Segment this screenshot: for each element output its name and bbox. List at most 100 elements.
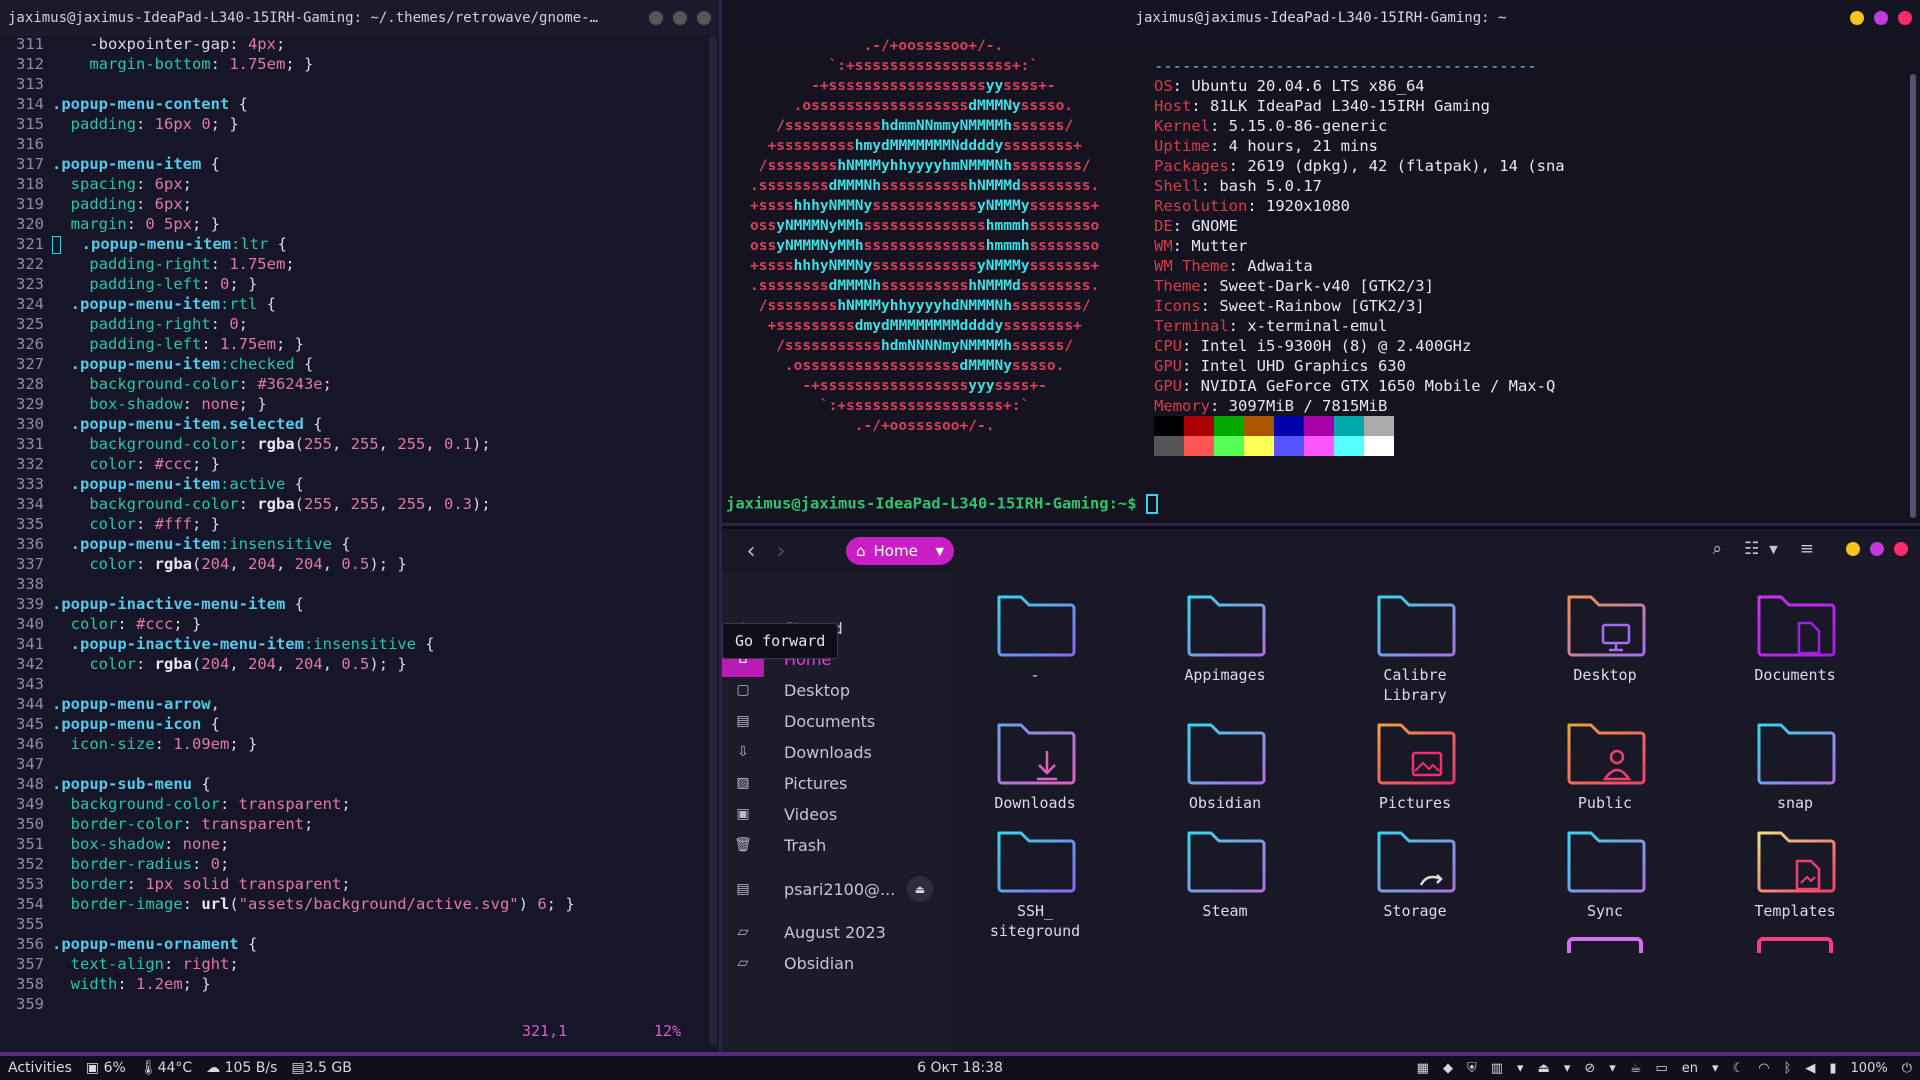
search-icon[interactable]: ⌕ <box>1713 539 1723 559</box>
display-icon[interactable]: ▭ <box>1655 1061 1667 1076</box>
chevron-down-icon[interactable]: ▼ <box>1769 543 1777 556</box>
line-number: 336 <box>16 535 44 553</box>
activities-button[interactable]: Activities <box>8 1060 72 1076</box>
clock[interactable]: 6 Окт 18:38 <box>917 1060 1003 1076</box>
folder-pictures[interactable]: Pictures <box>1340 715 1490 813</box>
text-cursor <box>1145 494 1158 514</box>
minimize-button[interactable] <box>1846 542 1860 556</box>
minimize-button[interactable] <box>649 11 663 25</box>
file-manager-header[interactable]: ‹ › ⌂ Home ▼ ⌕ ☷ ▼ ≡ <box>722 529 1920 573</box>
close-button[interactable] <box>697 11 711 25</box>
code-area[interactable]: 311 -boxpointer-gap: 4px; 312 margin-bott… <box>0 34 709 1014</box>
editor-scrollbar[interactable] <box>709 36 717 1046</box>
chevron-down-icon[interactable]: ▾ <box>1517 1061 1524 1076</box>
back-button[interactable]: ‹ <box>736 539 766 564</box>
grid-icon[interactable]: ▦ <box>1417 1061 1429 1076</box>
close-button[interactable] <box>1894 542 1908 556</box>
line-number: 321 <box>16 235 44 253</box>
folder-partial[interactable] <box>1720 933 1870 953</box>
editor-window[interactable]: jaximus@jaximus-IdeaPad-L340-15IRH-Gamin… <box>0 0 722 1052</box>
folder-obsidian[interactable]: Obsidian <box>1150 715 1300 813</box>
folder-storage[interactable]: Storage <box>1340 823 1490 921</box>
places-sidebar[interactable]: Go forward ★Starred⌂Home▢Desktop▤Documen… <box>722 573 952 1052</box>
folder-documents[interactable]: Documents <box>1720 587 1870 685</box>
folder-sync[interactable]: Sync <box>1530 823 1680 921</box>
dropbox-icon[interactable]: ◆ <box>1443 1061 1453 1076</box>
folder-grid[interactable]: - Appimages Calibre Library Desktop Document… <box>954 573 1920 1052</box>
close-button[interactable] <box>1898 11 1912 25</box>
line-number: 319 <box>16 195 44 213</box>
code-token: #ccc <box>136 615 174 633</box>
night-light-icon[interactable]: ☾ <box>1733 1061 1745 1076</box>
chevron-down-icon[interactable]: ▼ <box>936 545 944 558</box>
maximize-button[interactable] <box>673 11 687 25</box>
code-token: ; } <box>229 275 258 293</box>
shield-icon[interactable]: ⛨ <box>1467 1061 1477 1076</box>
code-token: padding-left <box>52 275 202 293</box>
code-token: 204 <box>248 555 277 573</box>
chevron-down-icon[interactable]: ▾ <box>1564 1061 1571 1076</box>
bluetooth-icon[interactable]: ᛒ <box>1784 1061 1792 1076</box>
screen-off-icon[interactable]: ⊘ <box>1584 1061 1595 1076</box>
eject-icon[interactable]: ⏏ <box>1538 1061 1550 1076</box>
coffee-icon[interactable]: ☕ <box>1630 1061 1642 1076</box>
folder-downloads[interactable]: Downloads <box>960 715 1110 813</box>
top-panel[interactable]: Activities ▣ 6% 🌡44°C ☁ 105 B/s ▤3.5 GB … <box>0 1052 1920 1080</box>
folder-snap[interactable]: snap <box>1720 715 1870 813</box>
code-token: : <box>182 395 202 413</box>
eject-icon[interactable]: ⏏ <box>907 876 933 902</box>
path-bar-home[interactable]: ⌂ Home ▼ <box>846 537 954 565</box>
chevron-down-icon[interactable]: ▾ <box>1712 1061 1719 1076</box>
wifi-icon[interactable]: ◠ <box>1758 1061 1769 1076</box>
line-number: 318 <box>16 175 44 193</box>
clipboard-icon[interactable]: ▥ <box>1491 1061 1503 1076</box>
folder-templates[interactable]: Templates <box>1720 823 1870 921</box>
sidebar-item-psari2100[interactable]: ▤ psari2100@... ⏏ <box>722 870 952 908</box>
shell-prompt[interactable]: jaximus@jaximus-IdeaPad-L340-15IRH-Gamin… <box>726 494 1158 514</box>
view-toggle-icon[interactable]: ☷ <box>1744 539 1759 559</box>
code-line: 331 background-color: rgba(255, 255, 255… <box>0 434 709 454</box>
folder-appimages[interactable]: Appimages <box>1150 587 1300 685</box>
folder-calibre-library[interactable]: Calibre Library <box>1340 587 1490 705</box>
folder-icon <box>1567 937 1643 953</box>
forward-button[interactable]: › <box>766 539 796 564</box>
terminal-scrollbar[interactable] <box>1910 74 1916 518</box>
info-key: Uptime <box>1154 137 1210 155</box>
maximize-button[interactable] <box>1870 542 1884 556</box>
sidebar-item-obsidian[interactable]: ▱ Obsidian <box>722 944 952 982</box>
sidebar-item-trash[interactable]: 🗑 Trash <box>722 826 952 864</box>
terminal-titlebar[interactable]: jaximus@jaximus-IdeaPad-L340-15IRH-Gamin… <box>722 0 1920 36</box>
folder-partial[interactable] <box>1530 933 1680 953</box>
power-icon[interactable]: ⏻ <box>1902 1061 1912 1076</box>
code-line: 312 margin-bottom: 1.75em; } <box>0 54 709 74</box>
code-token: border-color <box>52 815 183 833</box>
logo-line: -+ssssssssssssssssssyyssss+- <box>750 78 1056 94</box>
code-token: 204 <box>201 555 230 573</box>
chevron-down-icon[interactable]: ▾ <box>1609 1061 1616 1076</box>
info-key: GPU <box>1154 357 1182 375</box>
code-token: background-color <box>52 435 239 453</box>
battery-icon[interactable]: ▮ <box>1829 1061 1836 1076</box>
code-token: : <box>238 375 258 393</box>
terminal-window[interactable]: jaximus@jaximus-IdeaPad-L340-15IRH-Gamin… <box>722 0 1920 526</box>
cloud-icon: ☁ <box>206 1060 221 1076</box>
file-manager-window[interactable]: ‹ › ⌂ Home ▼ ⌕ ☷ ▼ ≡ Go forward ★Starred… <box>722 529 1920 1052</box>
folder-dash[interactable]: - <box>960 587 1110 685</box>
folder-steam[interactable]: Steam <box>1150 823 1300 921</box>
code-token: ; <box>285 255 295 273</box>
minimize-button[interactable] <box>1850 11 1864 25</box>
code-line: 340 color: #ccc; } <box>0 614 709 634</box>
maximize-button[interactable] <box>1874 11 1888 25</box>
folder-public[interactable]: Public <box>1530 715 1680 813</box>
volume-icon[interactable]: ◀ <box>1805 1061 1815 1076</box>
editor-titlebar[interactable]: jaximus@jaximus-IdeaPad-L340-15IRH-Gamin… <box>0 0 719 36</box>
language-indicator[interactable]: en <box>1682 1061 1698 1076</box>
code-token: , <box>425 495 444 513</box>
code-line: 313 <box>0 74 709 94</box>
code-token: 255 <box>397 435 426 453</box>
code-line: 322 padding-right: 1.75em; <box>0 254 709 274</box>
code-line: 338 <box>0 574 709 594</box>
menu-icon[interactable]: ≡ <box>1800 539 1814 559</box>
folder-desktop[interactable]: Desktop <box>1530 587 1680 685</box>
folder-ssh_-siteground[interactable]: SSH_ siteground <box>960 823 1110 941</box>
